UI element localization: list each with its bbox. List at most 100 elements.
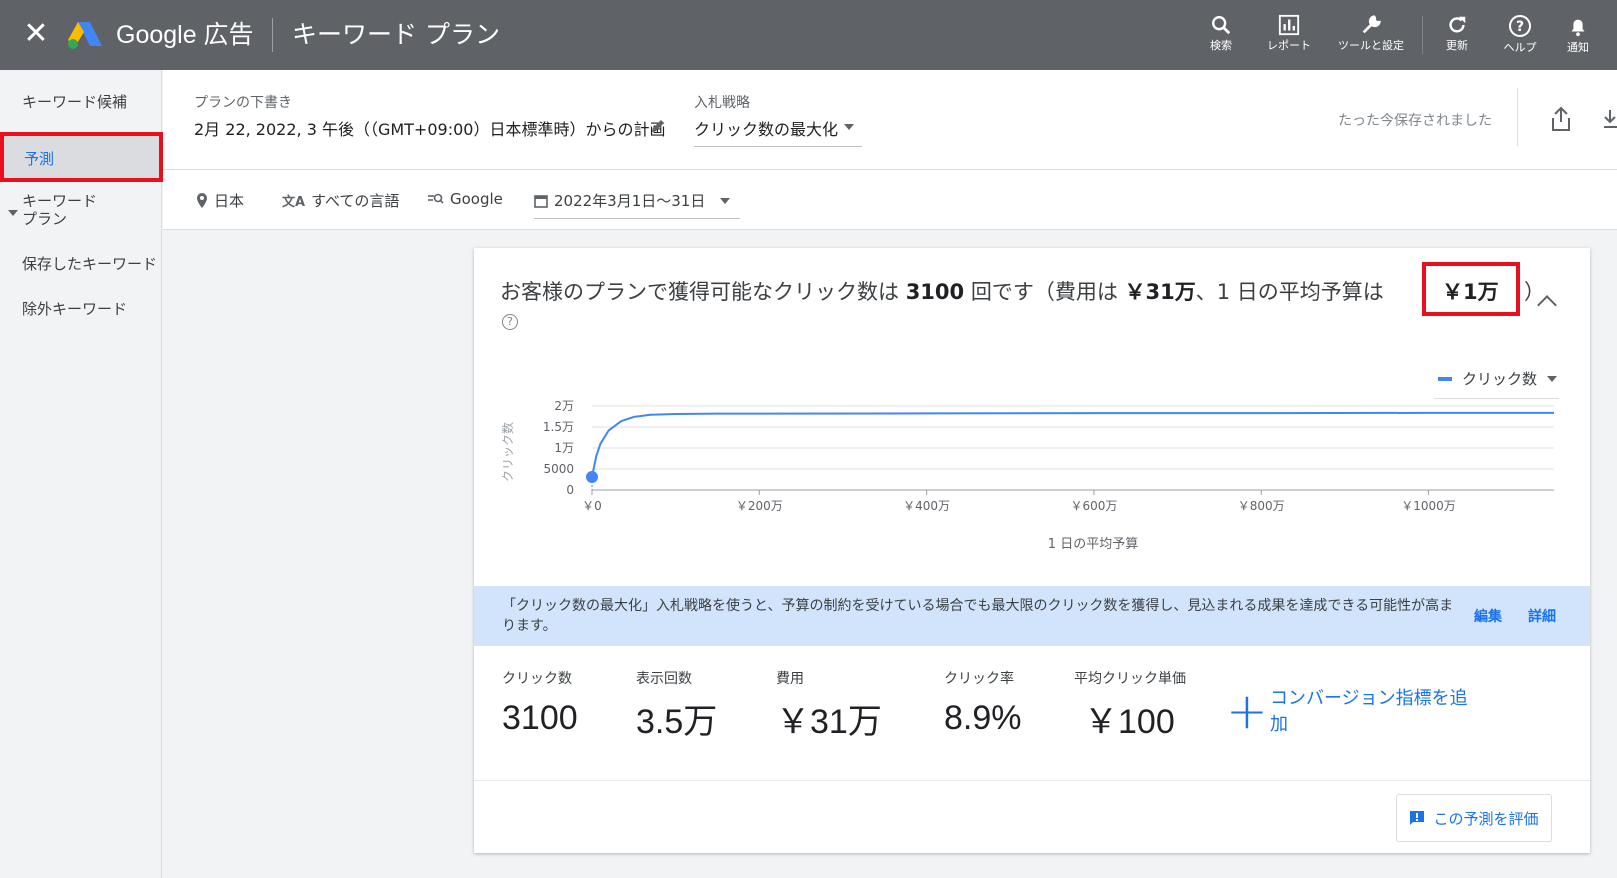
share-icon[interactable] xyxy=(1550,106,1572,132)
search-network-icon xyxy=(428,193,444,204)
forecast-headline: お客様のプランで獲得可能なクリック数は 3100 回です（費用は ￥31万、1 … xyxy=(500,276,1384,306)
budget-highlight-box: ￥1万 xyxy=(1422,262,1520,316)
sidebar-item-forecast[interactable]: 予測 xyxy=(0,132,163,182)
notifications-button[interactable]: 通知 xyxy=(1543,14,1613,54)
top-app-bar: ✕ Google 広告 キーワード プラン 検索 レポート ツールと設定 更新 … xyxy=(0,0,1617,70)
metric-value: 3100 xyxy=(502,699,578,737)
wrench-icon xyxy=(1362,15,1381,34)
y-tick-label: 1万 xyxy=(554,441,574,455)
add-conversion-label: コンバージョン指標を追加 xyxy=(1270,688,1468,735)
caret-down-icon[interactable] xyxy=(8,210,18,216)
download-icon[interactable] xyxy=(1602,108,1617,130)
metric-label: クリック率 xyxy=(944,671,1014,687)
search-button[interactable]: 検索 xyxy=(1186,14,1256,52)
metric-value: ￥100 xyxy=(1084,703,1175,741)
draft-label: プランの下書き xyxy=(194,95,292,111)
plus-icon: + xyxy=(1226,682,1268,740)
info-text: 「クリック数の最大化」入札戦略を使うと、予算の制約を受けている場合でも最大限のク… xyxy=(502,598,1454,634)
headline-text: 回です（費用は xyxy=(970,280,1118,304)
language-value: すべての言語 xyxy=(311,192,400,210)
calendar-icon xyxy=(534,194,548,208)
series-selector[interactable]: クリック数 xyxy=(1438,368,1558,389)
y-tick-label: 2万 xyxy=(554,399,574,413)
rate-forecast-label: この予測を評価 xyxy=(1433,809,1539,828)
x-tick-label: ￥400万 xyxy=(903,499,950,513)
date-underline xyxy=(534,218,740,219)
refresh-label: 更新 xyxy=(1446,39,1468,52)
search-icon xyxy=(1212,16,1231,35)
forecast-chart[interactable]: 0 5000 1万 1.5万 2万 ￥0 ￥200万 ￥400万 ￥600万 ￥800万 ￥1000… xyxy=(494,388,1574,568)
help-icon: ? xyxy=(1509,15,1531,37)
edit-pencil-icon[interactable] xyxy=(650,118,666,134)
network-value: Google xyxy=(450,190,503,208)
metric-impressions: 表示回数 3.5万 xyxy=(636,668,717,742)
sidebar-item-negative-keywords[interactable]: 除外キーワード xyxy=(22,299,127,319)
report-label: レポート xyxy=(1267,39,1311,52)
metric-label: 費用 xyxy=(776,671,804,687)
svg-text:?: ? xyxy=(1516,19,1524,35)
y-axis-label: クリック数 xyxy=(500,422,515,482)
toolbar-divider xyxy=(1517,88,1518,146)
forecast-card: お客様のプランで獲得可能なクリック数は 3100 回です（費用は ￥31万、1 … xyxy=(474,248,1590,853)
chevron-down-icon[interactable] xyxy=(844,124,854,130)
bell-icon xyxy=(1571,19,1585,37)
date-range-filter[interactable]: 2022年3月1日〜31日 xyxy=(534,190,705,211)
bid-strategy-label: 入札戦略 xyxy=(694,95,750,111)
bid-strategy-select[interactable]: クリック数の最大化 xyxy=(694,116,838,140)
sidebar-item-keyword-plan[interactable]: キーワード プラン xyxy=(22,192,97,228)
google-ads-logo-icon xyxy=(68,22,102,49)
headline-clicks: 3100 xyxy=(905,280,965,304)
draft-value: 2月 22, 2022, 3 午後（（GMT+09:00）日本標準時）からの計画 xyxy=(194,120,666,139)
metric-clicks: クリック数 3100 xyxy=(502,668,578,738)
select-underline xyxy=(694,146,862,147)
report-icon xyxy=(1278,14,1300,36)
date-range-value: 2022年3月1日〜31日 xyxy=(554,192,706,210)
location-filter[interactable]: 日本 xyxy=(196,190,244,211)
refresh-button[interactable]: 更新 xyxy=(1422,14,1492,52)
sidebar-item-keyword-ideas[interactable]: キーワード候補 xyxy=(22,92,127,112)
metric-ctr: クリック率 8.9% xyxy=(944,668,1022,738)
x-tick-label: ￥1000万 xyxy=(1401,499,1456,513)
info-banner: 「クリック数の最大化」入札戦略を使うと、予算の制約を受けている場合でも最大限のク… xyxy=(474,586,1590,646)
card-divider xyxy=(474,780,1590,781)
edit-link[interactable]: 編集 xyxy=(1474,606,1502,626)
headline-text: お客様のプランで獲得可能なクリック数は xyxy=(500,280,899,304)
sidebar-item-label: 予測 xyxy=(24,150,55,168)
metric-value: 3.5万 xyxy=(636,703,718,741)
report-button[interactable]: レポート xyxy=(1254,14,1324,52)
saved-status: たった今保存されました xyxy=(1338,113,1492,129)
tools-label: ツールと設定 xyxy=(1338,39,1404,52)
sidebar-item-saved-keywords[interactable]: 保存したキーワード xyxy=(22,254,157,274)
headline-cost: ￥31万 xyxy=(1124,280,1196,304)
close-icon[interactable]: ✕ xyxy=(22,19,50,49)
header-divider xyxy=(272,18,273,52)
metric-value: 8.9% xyxy=(944,699,1022,737)
page-title: キーワード プラン xyxy=(292,20,500,49)
app-brand: Google 広告 xyxy=(116,21,254,49)
network-filter[interactable]: Google xyxy=(428,190,503,208)
metric-label: 平均クリック単価 xyxy=(1074,671,1186,687)
y-tick-label: 0 xyxy=(566,483,574,497)
chevron-down-icon[interactable] xyxy=(720,198,730,204)
location-value: 日本 xyxy=(214,192,245,210)
legend-label: クリック数 xyxy=(1462,370,1538,388)
metric-label: クリック数 xyxy=(502,671,572,687)
feedback-icon xyxy=(1410,811,1425,825)
legend-swatch xyxy=(1438,376,1452,381)
translate-icon: 文A xyxy=(282,195,306,210)
headline-budget: ￥1万 xyxy=(1442,280,1499,304)
rate-forecast-button[interactable]: この予測を評価 xyxy=(1396,794,1552,842)
help-circle-icon[interactable]: ? xyxy=(502,314,518,330)
chevron-down-icon xyxy=(1547,375,1558,382)
details-link[interactable]: 詳細 xyxy=(1528,606,1556,626)
highlight-point xyxy=(586,470,598,483)
language-filter[interactable]: 文A すべての言語 xyxy=(282,190,399,211)
y-tick-label: 1.5万 xyxy=(543,420,574,434)
x-tick-label: ￥800万 xyxy=(1238,499,1285,513)
x-tick-label: ￥0 xyxy=(582,499,602,513)
headline-text: 、1 日の平均予算は xyxy=(1195,280,1384,304)
y-tick-label: 5000 xyxy=(543,462,574,476)
x-axis-label: 1 日の平均予算 xyxy=(1048,537,1138,552)
tools-button[interactable]: ツールと設定 xyxy=(1336,14,1406,52)
notifications-label: 通知 xyxy=(1567,41,1589,54)
